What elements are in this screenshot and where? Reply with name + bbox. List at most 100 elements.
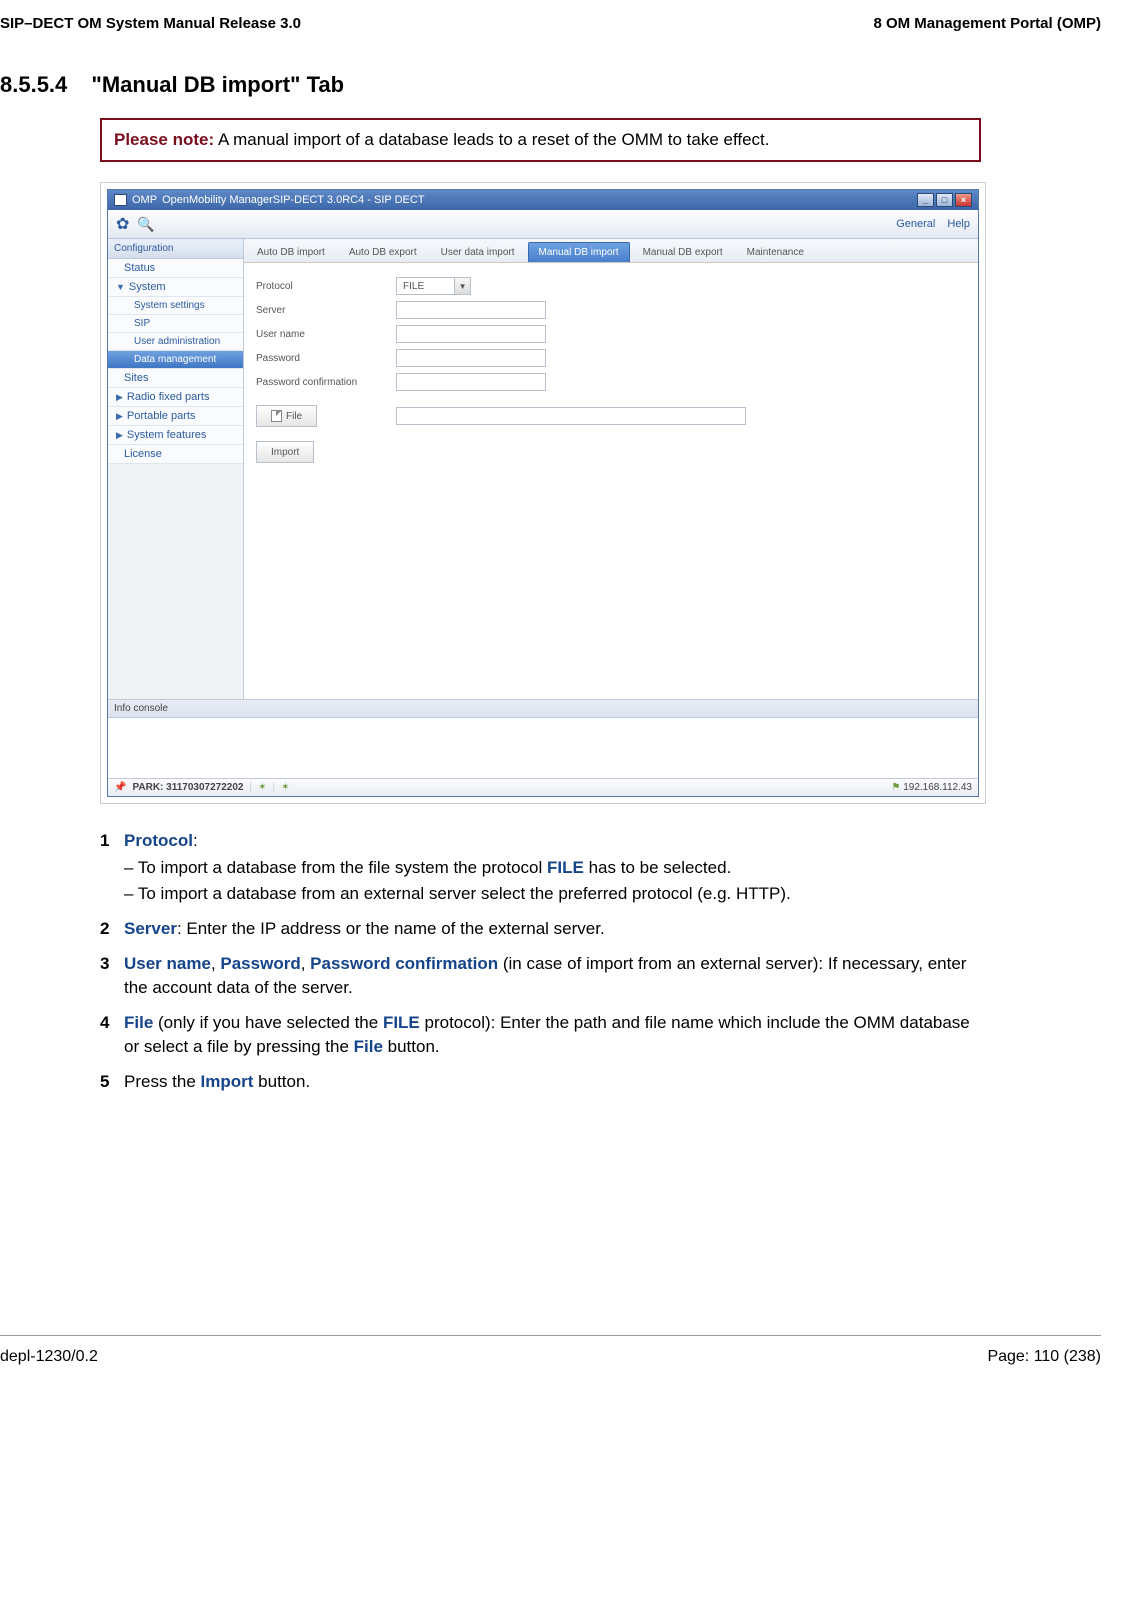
page-header: SIP–DECT OM System Manual Release 3.0 8 …	[0, 0, 1121, 42]
sidebar-item-data-management[interactable]: Data management	[108, 351, 243, 369]
sidebar-item-user-administration[interactable]: User administration	[108, 333, 243, 351]
password-confirmation-label: Password confirmation	[256, 377, 396, 388]
password-input[interactable]	[396, 349, 546, 367]
step-4: 4 File (only if you have selected the FI…	[100, 1011, 981, 1060]
main-panel: Auto DB import Auto DB export User data …	[244, 239, 978, 699]
note-label: Please note:	[114, 130, 214, 149]
sidebar-item-sip[interactable]: SIP	[108, 315, 243, 333]
sidebar-item-radio-fixed-parts[interactable]: ▶ Radio fixed parts	[108, 388, 243, 407]
section-number: 8.5.5.4	[0, 72, 67, 98]
tab-manual-db-import[interactable]: Manual DB import	[528, 242, 630, 262]
note-body: A manual import of a database leads to a…	[218, 130, 770, 149]
window-titlebar: OMP OpenMobility ManagerSIP-DECT 3.0RC4 …	[108, 190, 978, 210]
file-button-label: File	[286, 411, 302, 422]
status-park: PARK: 31170307272202	[132, 782, 243, 793]
info-console-header: Info console	[108, 699, 978, 718]
status-ip: 192.168.112.43	[903, 782, 972, 793]
chevron-down-icon[interactable]: ▼	[454, 278, 470, 294]
tab-user-data-import[interactable]: User data import	[430, 242, 526, 262]
file-icon	[271, 410, 282, 422]
sidebar-item-system-settings[interactable]: System settings	[108, 297, 243, 315]
keyword-file-protocol: FILE	[383, 1013, 420, 1032]
search-icon[interactable]: 🔍	[137, 216, 154, 233]
keyword-protocol: Protocol	[124, 831, 193, 850]
keyword-file: FILE	[547, 858, 584, 877]
password-label: Password	[256, 353, 396, 364]
section-title: "Manual DB import" Tab	[91, 72, 344, 97]
sidebar-item-label: System	[129, 281, 166, 293]
step-number: 3	[100, 952, 124, 1001]
keyword-username: User name	[124, 954, 211, 973]
step-5-post: button.	[253, 1072, 310, 1091]
steps-list: 1 Protocol: – To import a database from …	[100, 829, 981, 1095]
file-button[interactable]: File	[256, 405, 317, 427]
protocol-select[interactable]: FILE ▼	[396, 277, 471, 295]
step-2-rest: : Enter the IP address or the name of th…	[177, 919, 605, 938]
step-1-line-2: – To import a database from an external …	[124, 882, 981, 907]
step-1-line-1a: – To import a database from the file sys…	[124, 858, 547, 877]
step-number: 2	[100, 917, 124, 942]
caret-right-icon: ▶	[116, 392, 123, 403]
network-icon: ⚑	[891, 782, 900, 793]
step-1: 1 Protocol: – To import a database from …	[100, 829, 981, 907]
title-main: OpenMobility ManagerSIP-DECT 3.0RC4 - SI…	[162, 194, 424, 206]
minimize-button[interactable]: _	[917, 193, 934, 207]
step-4-end: button.	[383, 1037, 440, 1056]
username-input[interactable]	[396, 325, 546, 343]
step-number: 1	[100, 829, 124, 907]
sidebar-item-label: Radio fixed parts	[127, 391, 210, 403]
server-input[interactable]	[396, 301, 546, 319]
sidebar-item-label: Portable parts	[127, 410, 195, 422]
protocol-label: Protocol	[256, 281, 396, 292]
close-button[interactable]: ×	[955, 193, 972, 207]
step-number: 4	[100, 1011, 124, 1060]
gear-icon[interactable]: ✿	[116, 214, 129, 234]
footer-right: Page: 110 (238)	[987, 1348, 1101, 1366]
file-path-input[interactable]	[396, 407, 746, 425]
step-5-pre: Press the	[124, 1072, 201, 1091]
caret-right-icon: ▶	[116, 411, 123, 422]
keyword-password: Password	[220, 954, 300, 973]
sidebar-item-label: System features	[127, 429, 206, 441]
toolbar-help-link[interactable]: Help	[947, 218, 970, 230]
note-box: Please note: A manual import of a databa…	[100, 118, 981, 162]
sidebar-item-portable-parts[interactable]: ▶ Portable parts	[108, 407, 243, 426]
import-button[interactable]: Import	[256, 441, 314, 463]
tab-auto-db-import[interactable]: Auto DB import	[246, 242, 336, 262]
status-icon-1: ✶	[258, 782, 266, 793]
maximize-button[interactable]: □	[936, 193, 953, 207]
tab-auto-db-export[interactable]: Auto DB export	[338, 242, 428, 262]
status-bar: 📌 PARK: 31170307272202 | ✶ | ✶ ⚑ 192.168…	[108, 778, 978, 796]
section-heading: 8.5.5.4 "Manual DB import" Tab	[0, 72, 1101, 98]
sidebar-item-license[interactable]: License	[108, 445, 243, 464]
keyword-import: Import	[201, 1072, 254, 1091]
caret-right-icon: ▶	[116, 430, 123, 441]
password-confirmation-input[interactable]	[396, 373, 546, 391]
step-1-line-1b: has to be selected.	[584, 858, 731, 877]
sidebar-item-system[interactable]: ▼ System	[108, 278, 243, 297]
tab-manual-db-export[interactable]: Manual DB export	[632, 242, 734, 262]
tab-maintenance[interactable]: Maintenance	[736, 242, 815, 262]
window-controls: _ □ ×	[917, 193, 972, 207]
sidebar-item-status[interactable]: Status	[108, 259, 243, 278]
toolbar-general-link[interactable]: General	[896, 218, 935, 230]
status-icon-2: ✶	[281, 782, 289, 793]
app-window: OMP OpenMobility ManagerSIP-DECT 3.0RC4 …	[107, 189, 979, 797]
caret-down-icon: ▼	[116, 282, 125, 292]
sidebar-header: Configuration	[108, 239, 243, 259]
titlebar-left: OMP OpenMobility ManagerSIP-DECT 3.0RC4 …	[114, 194, 425, 206]
keyword-password-confirmation: Password confirmation	[310, 954, 498, 973]
sidebar-item-system-features[interactable]: ▶ System features	[108, 426, 243, 445]
keyword-file-field: File	[124, 1013, 153, 1032]
screenshot-figure: OMP OpenMobility ManagerSIP-DECT 3.0RC4 …	[100, 182, 986, 804]
step-number: 5	[100, 1070, 124, 1095]
step-2: 2 Server: Enter the IP address or the na…	[100, 917, 981, 942]
step-3: 3 User name, Password, Password confirma…	[100, 952, 981, 1001]
protocol-value: FILE	[397, 281, 430, 292]
sidebar: Configuration Status ▼ System System set…	[108, 239, 244, 699]
pin-icon: 📌	[114, 782, 126, 793]
header-right: 8 OM Management Portal (OMP)	[873, 15, 1101, 32]
sidebar-item-sites[interactable]: Sites	[108, 369, 243, 388]
step-4-mid1: (only if you have selected the	[153, 1013, 383, 1032]
server-label: Server	[256, 305, 396, 316]
